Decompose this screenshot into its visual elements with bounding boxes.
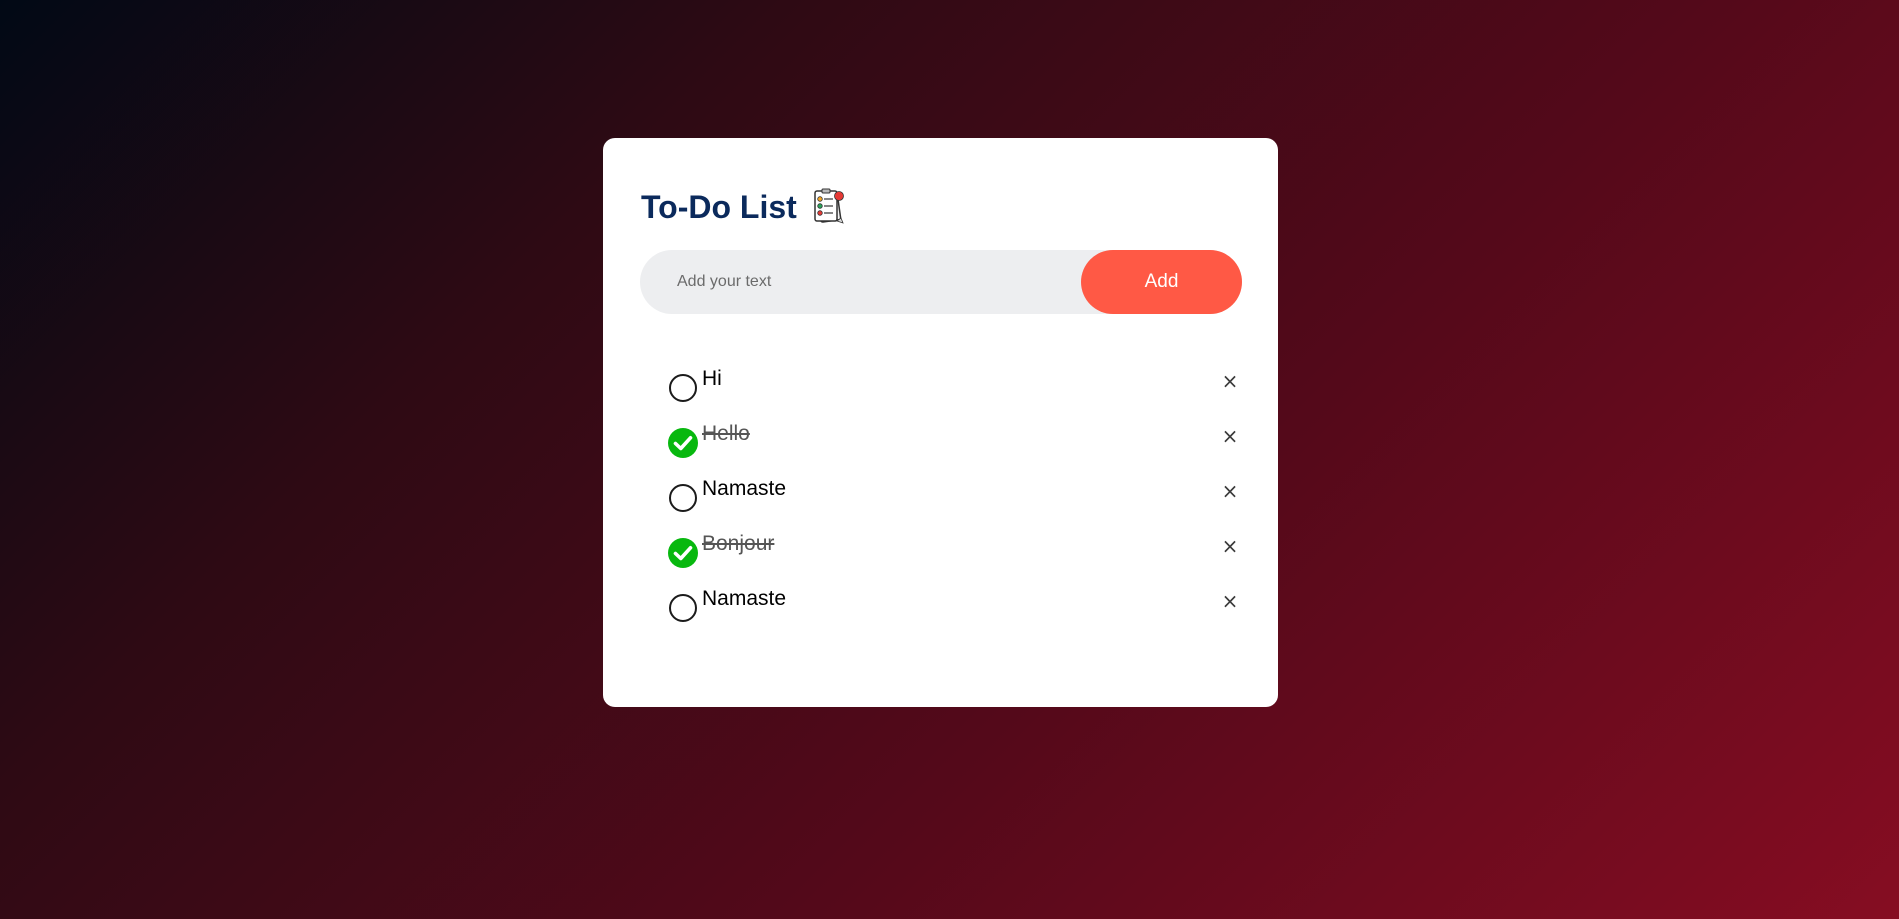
todo-card: To-Do List Add Hi × <box>603 138 1278 707</box>
task-text[interactable]: Bonjour <box>702 521 774 567</box>
title-row: To-Do List <box>641 186 847 228</box>
task-text[interactable]: Hello <box>702 411 750 457</box>
task-text[interactable]: Namaste <box>702 576 786 622</box>
close-icon[interactable]: × <box>1215 366 1245 396</box>
task-text[interactable]: Namaste <box>702 466 786 512</box>
list-item: Namaste × <box>663 466 1238 512</box>
unchecked-circle-icon[interactable] <box>669 374 697 402</box>
close-icon[interactable]: × <box>1215 586 1245 616</box>
add-button[interactable]: Add <box>1081 250 1242 314</box>
checklist-clipboard-icon <box>811 187 847 227</box>
task-text[interactable]: Hi <box>702 356 722 402</box>
list-item: Hello × <box>663 411 1238 458</box>
unchecked-circle-icon[interactable] <box>669 594 697 622</box>
close-icon[interactable]: × <box>1215 421 1245 451</box>
task-input[interactable] <box>640 250 1081 314</box>
list-item: Bonjour × <box>663 521 1238 568</box>
unchecked-circle-icon[interactable] <box>669 484 697 512</box>
add-task-row: Add <box>640 250 1242 314</box>
page-title: To-Do List <box>641 189 797 225</box>
checked-circle-icon[interactable] <box>668 538 698 568</box>
close-icon[interactable]: × <box>1215 476 1245 506</box>
list-item: Hi × <box>663 356 1238 402</box>
list-item: Namaste × <box>663 576 1238 622</box>
close-icon[interactable]: × <box>1215 531 1245 561</box>
checked-circle-icon[interactable] <box>668 428 698 458</box>
